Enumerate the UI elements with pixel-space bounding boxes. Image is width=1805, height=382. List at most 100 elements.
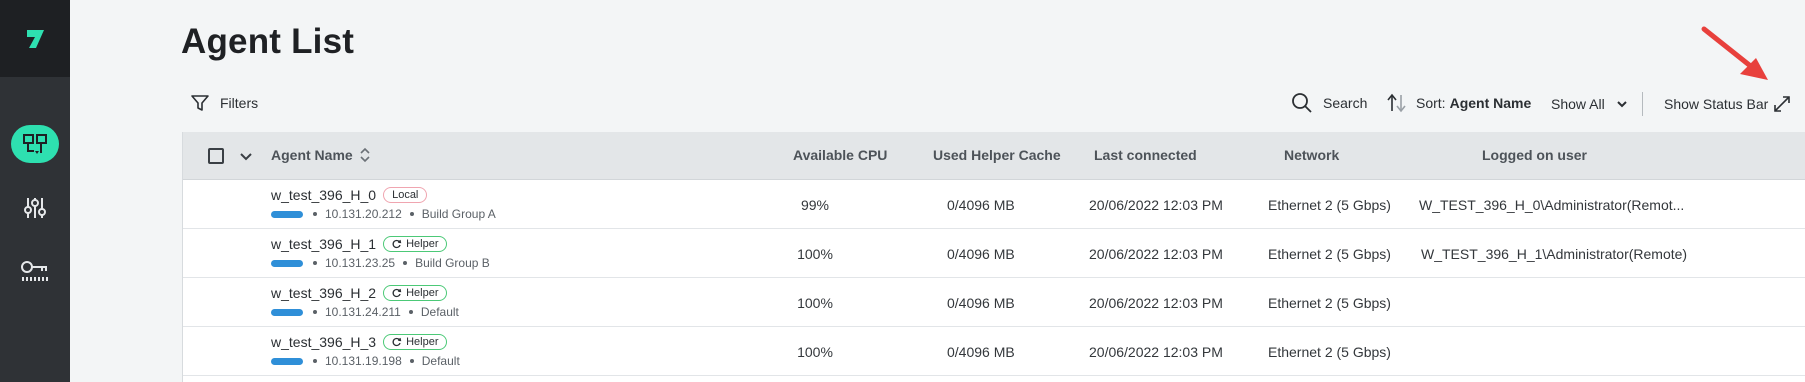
helper-badge: Helper (383, 236, 448, 252)
key-icon (21, 261, 48, 281)
last-connected-cell: 20/06/2022 12:03 PM (1089, 295, 1223, 311)
sidebar (0, 0, 70, 382)
logged-on-user-cell: W_TEST_396_H_0\Administrator(Remot... (1419, 197, 1685, 213)
available-cpu-cell: 100% (797, 295, 833, 311)
table-row[interactable]: w_test_396_H_2 Helper 10.131.24.211 Defa… (183, 278, 1805, 327)
sidebar-item-agents[interactable] (0, 122, 70, 166)
network-cell: Ethernet 2 (5 Gbps) (1268, 246, 1391, 262)
available-cpu-cell: 100% (797, 246, 833, 262)
available-cpu-cell: 99% (800, 197, 830, 213)
column-header-agent-name[interactable]: Agent Name (271, 147, 371, 163)
network-cell: Ethernet 2 (5 Gbps) (1268, 197, 1391, 213)
column-header-last-connected[interactable]: Last connected (1094, 147, 1197, 163)
show-all-dropdown[interactable]: Show All (1551, 96, 1629, 112)
expand-icon (1774, 96, 1790, 112)
annotation-arrow (1701, 26, 1768, 80)
separator-dot (409, 212, 414, 216)
separator-dot (313, 212, 317, 216)
logged-on-user-cell: W_TEST_396_H_1\Administrator(Remote) (1421, 246, 1688, 262)
agent-ip: 10.131.24.211 (325, 305, 401, 319)
agent-group: Default (420, 305, 459, 319)
helper-icon (392, 239, 402, 249)
agent-meta: 10.131.20.212 Build Group A (271, 207, 496, 221)
helper-icon (392, 288, 402, 298)
helper-badge-label: Helper (406, 238, 439, 250)
sort-value: Agent Name (1449, 95, 1532, 111)
helper-badge-label: Helper (406, 336, 439, 348)
agent-meta: 10.131.24.211 Default (271, 305, 459, 319)
network-cell: Ethernet 2 (5 Gbps) (1268, 344, 1391, 360)
show-all-label: Show All (1551, 96, 1605, 112)
agent-meta: 10.131.19.198 Default (271, 354, 460, 368)
agent-name: w_test_396_H_3 (271, 334, 377, 350)
filter-icon (191, 95, 209, 111)
agent-group: Build Group A (421, 207, 496, 221)
agent-name-cell: w_test_396_H_0 Local (271, 187, 428, 203)
search-button[interactable]: Search (1291, 92, 1367, 114)
sidebar-item-agents-pill (11, 125, 59, 163)
column-header-available-cpu[interactable]: Available CPU (793, 147, 887, 163)
logo-icon (27, 29, 44, 48)
column-header-logged-on-user[interactable]: Logged on user (1482, 147, 1587, 163)
toolbar-divider (1642, 92, 1643, 116)
sidebar-item-license[interactable] (0, 250, 70, 294)
agent-table: Agent Name Available CPU Used Helper Cac… (182, 132, 1805, 382)
separator-dot (409, 359, 414, 363)
local-badge: Local (383, 187, 428, 203)
show-status-bar-button[interactable]: Show Status Bar (1664, 96, 1768, 112)
sidebar-item-settings[interactable] (0, 186, 70, 230)
agent-status-bar (271, 259, 303, 267)
chevron-down-icon[interactable] (239, 150, 253, 164)
helper-icon (392, 337, 402, 347)
last-connected-cell: 20/06/2022 12:03 PM (1089, 197, 1223, 213)
sort-button[interactable]: Sort: Agent Name (1386, 93, 1531, 113)
used-helper-cache-cell: 0/4096 MB (947, 246, 1015, 262)
used-helper-cache-cell: 0/4096 MB (947, 197, 1015, 213)
agent-status-bar (271, 308, 303, 316)
expand-button[interactable] (1772, 94, 1792, 114)
sliders-icon (24, 198, 46, 218)
last-connected-cell: 20/06/2022 12:03 PM (1089, 344, 1223, 360)
separator-dot (313, 310, 317, 314)
helper-badge-label: Helper (406, 287, 439, 299)
table-row[interactable]: w_test_396_H_3 Helper 10.131.19.198 Defa… (183, 327, 1805, 376)
used-helper-cache-cell: 0/4096 MB (947, 344, 1015, 360)
agent-status-bar (271, 210, 303, 218)
agent-group: Default (421, 354, 460, 368)
table-row[interactable]: w_test_396_H_0 Local 10.131.20.212 Build… (183, 180, 1805, 229)
sort-icon (1387, 93, 1406, 113)
page-title: Agent List (181, 22, 355, 61)
separator-dot (408, 310, 413, 314)
filters-button[interactable]: Filters (190, 93, 258, 113)
agent-ip: 10.131.20.212 (325, 207, 402, 221)
search-icon (1292, 93, 1312, 113)
agent-status-bar (271, 357, 303, 365)
table-row[interactable]: w_test_396_H_1 Helper 10.131.23.25 Build… (183, 229, 1805, 278)
agent-group: Build Group B (415, 256, 490, 270)
sort-prefix: Sort: (1416, 95, 1446, 111)
last-connected-cell: 20/06/2022 12:03 PM (1089, 246, 1223, 262)
logo[interactable] (0, 0, 70, 77)
sort-toggle-icon (360, 147, 370, 163)
agent-name: w_test_396_H_0 (271, 187, 377, 203)
filters-label: Filters (220, 95, 259, 111)
helper-badge: Helper (383, 334, 448, 350)
network-cell: Ethernet 2 (5 Gbps) (1268, 295, 1391, 311)
agents-icon (23, 134, 47, 154)
separator-dot (403, 261, 408, 265)
used-helper-cache-cell: 0/4096 MB (947, 295, 1015, 311)
agent-name: w_test_396_H_1 (271, 236, 377, 252)
main-content: Agent List Filters Search Sort: Agent Na… (70, 0, 1805, 382)
chevron-down-icon (1616, 101, 1627, 108)
column-header-used-helper-cache[interactable]: Used Helper Cache (933, 147, 1061, 163)
agent-ip: 10.131.19.198 (325, 354, 402, 368)
available-cpu-cell: 100% (797, 344, 833, 360)
agent-meta: 10.131.23.25 Build Group B (271, 256, 490, 270)
select-all-checkbox[interactable] (208, 148, 224, 164)
separator-dot (313, 359, 317, 363)
agent-name-cell: w_test_396_H_2 Helper (271, 285, 448, 301)
agent-name: w_test_396_H_2 (271, 285, 377, 301)
separator-dot (313, 261, 317, 265)
agent-name-cell: w_test_396_H_3 Helper (271, 334, 448, 350)
column-header-network[interactable]: Network (1284, 147, 1339, 163)
